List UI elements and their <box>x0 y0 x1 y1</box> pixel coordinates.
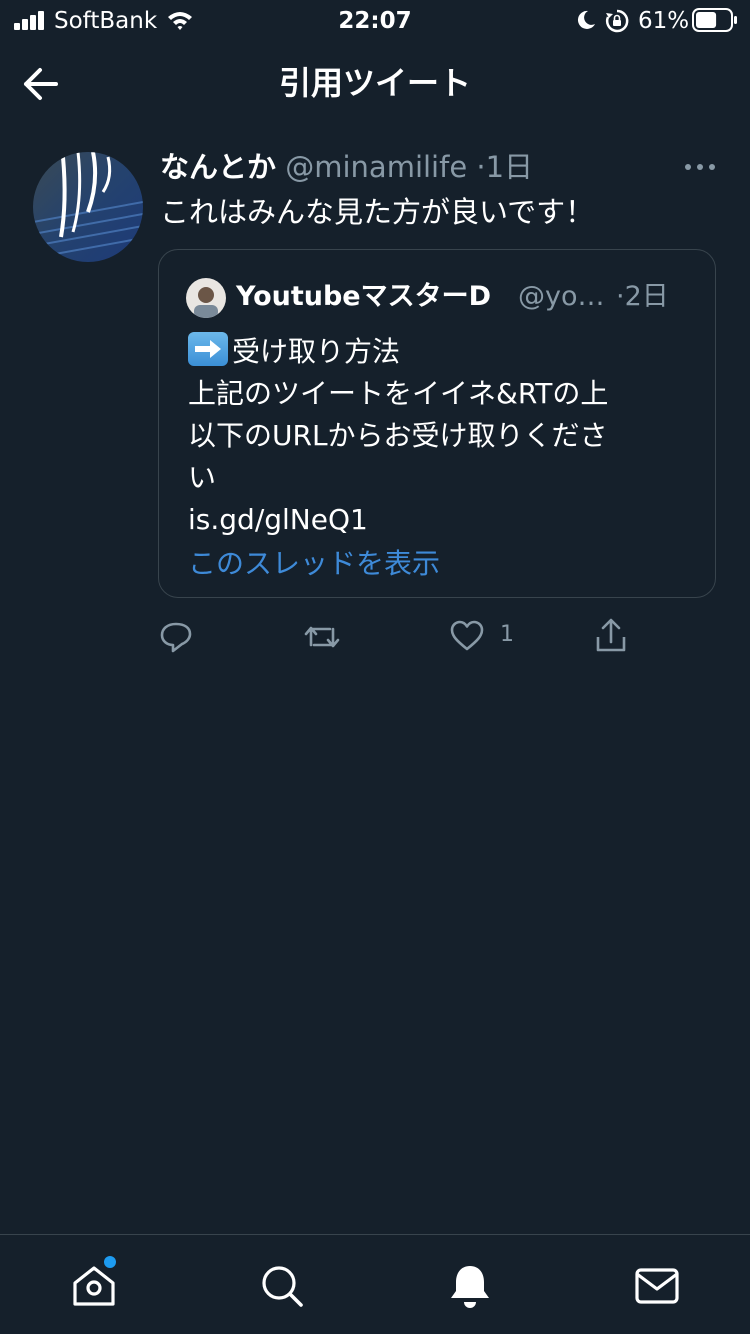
quoted-separator: · <box>616 281 625 312</box>
show-thread-link[interactable]: このスレッドを表示 <box>188 543 440 585</box>
quoted-text-line: 以下のURLからお受け取りくださ <box>188 419 608 452</box>
author-avatar[interactable] <box>33 152 143 262</box>
retweet-icon[interactable] <box>302 615 342 659</box>
search-icon[interactable] <box>254 1258 310 1314</box>
right-arrow-emoji <box>188 332 228 366</box>
page-title: 引用ツイート <box>278 64 471 102</box>
quoted-author-handle: @yo… <box>518 281 605 312</box>
quoted-author-avatar <box>186 278 226 318</box>
tab-bar-divider <box>0 1234 750 1235</box>
home-badge <box>104 1256 116 1268</box>
tweet-author-line: なんとか @minamilife ·1日 <box>160 146 533 188</box>
quoted-text-line: 受け取り方法 <box>232 335 401 368</box>
quoted-url[interactable]: is.gd/glNeQ1 <box>188 499 368 541</box>
battery-percent: 61% <box>638 8 690 34</box>
quoted-tweet-time: ·2日 <box>616 276 669 318</box>
quoted-line-1: 受け取り方法 <box>188 331 400 373</box>
bell-icon[interactable] <box>442 1258 498 1314</box>
mail-icon[interactable] <box>629 1258 685 1314</box>
like-count: 1 <box>500 622 514 647</box>
author-handle[interactable]: @minamilife <box>285 150 467 184</box>
quoted-time-value: 2日 <box>624 281 669 312</box>
heart-icon[interactable] <box>449 615 485 659</box>
share-icon[interactable] <box>594 615 628 659</box>
battery-icon <box>692 8 737 32</box>
status-bar: SoftBank 22:07 61% <box>0 0 750 42</box>
moon-icon <box>577 10 595 29</box>
reply-icon[interactable] <box>158 615 194 659</box>
tweet-time: 1日 <box>485 150 534 184</box>
more-horizontal-icon[interactable] <box>680 155 720 179</box>
tweet-text: これはみんな見た方が良いです！ <box>160 195 595 229</box>
author-name[interactable]: なんとか <box>160 150 276 184</box>
separator: · <box>476 150 486 184</box>
quoted-text-line: 上記のツイートをイイネ&RTの上 <box>188 377 609 410</box>
quoted-text-line: い <box>188 461 217 494</box>
quoted-author-name: YoutubeマスターD <box>236 281 492 312</box>
rotation-lock-icon <box>605 9 629 33</box>
